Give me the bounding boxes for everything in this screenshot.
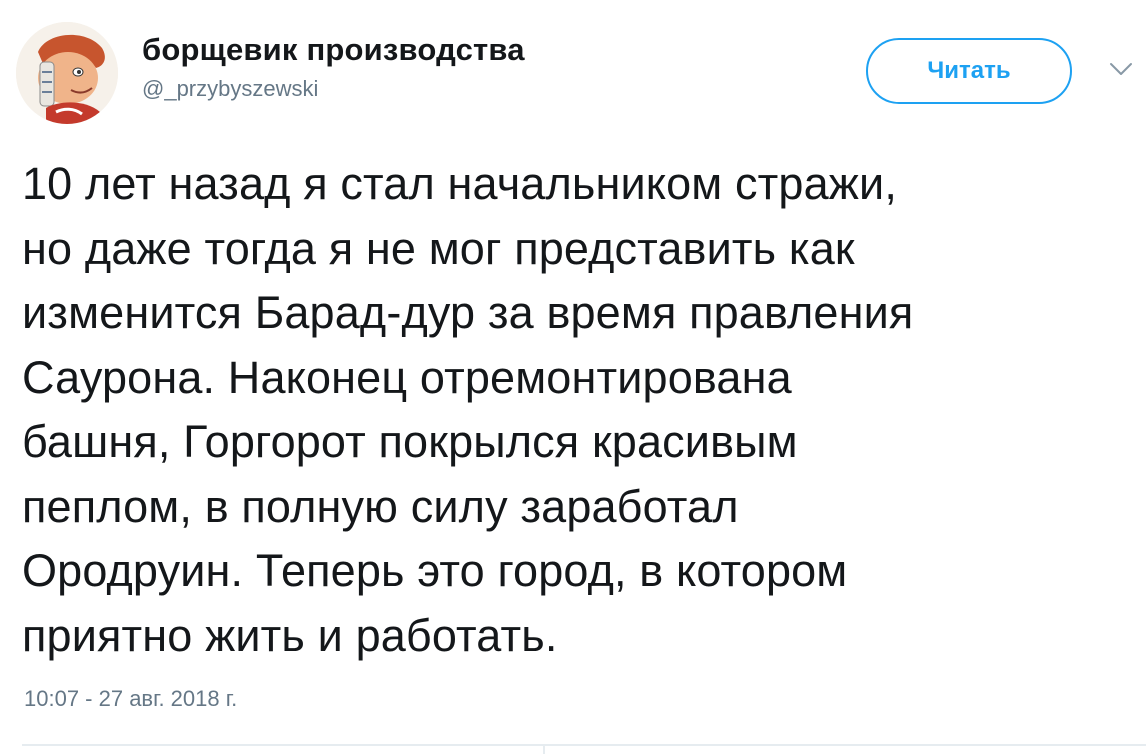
divider — [22, 744, 1146, 746]
tweet-timestamp[interactable]: 10:07 - 27 авг. 2018 г. — [24, 686, 237, 712]
follow-button[interactable]: Читать — [866, 38, 1072, 104]
author-avatar[interactable] — [16, 22, 118, 124]
more-options-button[interactable] — [1108, 56, 1134, 82]
cartoon-face-avatar-icon — [16, 22, 118, 124]
author-info: борщевик производства @_przybyszewski — [142, 30, 525, 104]
chevron-down-icon — [1110, 63, 1132, 75]
tweet-text: 10 лет назад я стал начальником стражи, … — [22, 158, 914, 661]
tweet-card: борщевик производства @_przybyszewski Чи… — [0, 0, 1146, 754]
divider-tick — [543, 744, 545, 754]
author-display-name[interactable]: борщевик производства — [142, 30, 525, 70]
author-handle[interactable]: @_przybyszewski — [142, 74, 525, 104]
